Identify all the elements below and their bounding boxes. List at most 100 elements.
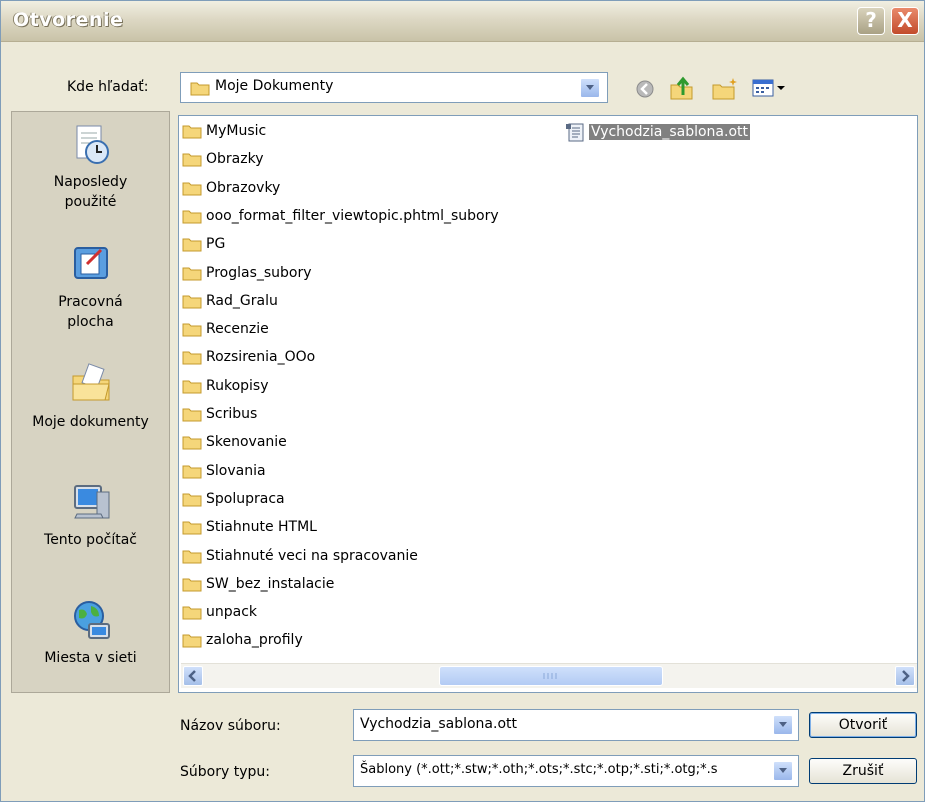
title-bar[interactable]: Otvorenie ? X bbox=[1, 1, 924, 42]
folder-item[interactable]: Skenovanie bbox=[182, 434, 287, 456]
folder-item[interactable]: Obrazky bbox=[182, 151, 263, 173]
folder-icon bbox=[182, 578, 202, 592]
place-desktop[interactable]: Pracovná plocha bbox=[12, 242, 169, 332]
folder-icon bbox=[182, 550, 202, 563]
folder-name: ooo_format_filter_viewtopic.phtml_subory bbox=[206, 207, 499, 224]
new-folder-icon[interactable] bbox=[711, 77, 739, 101]
chevron-right-icon bbox=[902, 670, 910, 682]
file-list[interactable]: MyMusic Obrazky Obrazovky ooo_format_filter… bbox=[178, 115, 918, 693]
scroll-thumb[interactable] bbox=[439, 666, 663, 686]
folder-name: Skenovanie bbox=[206, 434, 287, 451]
place-computer-label: Tento počítač bbox=[44, 532, 137, 548]
lookin-combo[interactable]: Moje Dokumenty bbox=[180, 72, 608, 103]
folder-item[interactable]: PG bbox=[182, 236, 225, 258]
folder-icon bbox=[182, 125, 202, 139]
open-dialog: Otvorenie ? X Kde hľadať: Moje Dokumenty bbox=[0, 0, 925, 802]
folder-name: unpack bbox=[206, 604, 258, 621]
file-name: Vychodzia_sablona.ott bbox=[589, 124, 750, 140]
place-desktop-label: Pracovná plocha bbox=[58, 294, 123, 330]
folder-name: Spolupraca bbox=[206, 490, 285, 507]
dialog-title: Otvorenie bbox=[13, 9, 124, 31]
folder-item[interactable]: Stiahnuté veci na spracovanie bbox=[182, 548, 418, 570]
desktop-icon bbox=[73, 247, 108, 279]
folder-name: Stiahnute HTML bbox=[206, 519, 317, 536]
folder-item[interactable]: Rozsirenia_OOo bbox=[182, 349, 315, 371]
folder-item[interactable]: Recenzie bbox=[182, 321, 269, 343]
folder-icon bbox=[182, 153, 202, 167]
filetype-value: Šablony (*.ott;*.stw;*.oth;*.ots;*.stc;*… bbox=[360, 762, 718, 777]
scroll-right-button[interactable] bbox=[895, 666, 915, 686]
open-button[interactable]: Otvoriť bbox=[809, 712, 917, 738]
place-mydocs-label: Moje dokumenty bbox=[32, 414, 149, 430]
place-mydocs[interactable]: Moje dokumenty bbox=[12, 362, 169, 432]
place-network-label: Miesta v sieti bbox=[44, 650, 137, 666]
filename-dropdown-icon[interactable] bbox=[773, 715, 793, 735]
help-button[interactable]: ? bbox=[857, 7, 885, 35]
folder-item[interactable]: Rad_Gralu bbox=[182, 293, 278, 315]
filename-value: Vychodzia_sablona.ott bbox=[360, 716, 517, 732]
folder-item[interactable]: Obrazovky bbox=[182, 180, 280, 202]
folder-name: MyMusic bbox=[206, 123, 267, 139]
place-network[interactable]: Miesta v sieti bbox=[12, 598, 169, 668]
folder-icon bbox=[182, 606, 202, 620]
chevron-down-icon[interactable] bbox=[580, 78, 600, 98]
lookin-value: Moje Dokumenty bbox=[215, 78, 334, 94]
chevron-left-icon bbox=[188, 670, 196, 682]
folder-item[interactable]: Slovania bbox=[182, 463, 266, 485]
close-button[interactable]: X bbox=[891, 7, 919, 35]
folder-icon bbox=[190, 82, 210, 96]
folder-item[interactable]: Proglas_subory bbox=[182, 265, 312, 287]
folder-icon bbox=[182, 436, 202, 450]
folder-name: Recenzie bbox=[206, 321, 269, 338]
folder-icon bbox=[182, 267, 202, 280]
folder-item[interactable]: ooo_format_filter_viewtopic.phtml_subory bbox=[182, 208, 499, 230]
filetype-select[interactable]: Šablony (*.ott;*.stw;*.oth;*.ots;*.stc;*… bbox=[353, 755, 799, 787]
places-bar: Naposledy použité Pracovná plocha Moje d… bbox=[11, 111, 170, 693]
my-computer-icon bbox=[73, 485, 109, 519]
folder-icon bbox=[182, 182, 202, 196]
filename-input[interactable]: Vychodzia_sablona.ott bbox=[353, 709, 799, 741]
folder-item[interactable]: Spolupraca bbox=[182, 491, 285, 513]
folder-icon bbox=[182, 380, 202, 394]
view-menu-icon[interactable] bbox=[752, 78, 792, 98]
network-icon bbox=[73, 601, 110, 639]
folder-item[interactable]: zaloha_profily bbox=[182, 632, 303, 654]
filename-label: Názov súboru: bbox=[180, 718, 281, 734]
folder-icon bbox=[182, 323, 202, 337]
place-computer[interactable]: Tento počítač bbox=[12, 480, 169, 550]
folder-name: Rad_Gralu bbox=[206, 292, 278, 309]
folder-name: Obrazky bbox=[206, 151, 264, 168]
folder-item[interactable]: unpack bbox=[182, 604, 257, 626]
back-icon[interactable] bbox=[635, 79, 655, 99]
folder-icon bbox=[182, 465, 202, 479]
folder-item[interactable]: MyMusic bbox=[182, 123, 266, 145]
folder-name: Rozsirenia_OOo bbox=[206, 349, 316, 366]
folder-name: zaloha_profily bbox=[206, 632, 303, 649]
horizontal-scrollbar[interactable] bbox=[181, 663, 917, 688]
folder-icon bbox=[182, 351, 202, 365]
folder-name: Slovania bbox=[206, 462, 266, 479]
folder-name: Scribus bbox=[206, 406, 258, 422]
folder-icon bbox=[182, 493, 202, 507]
folder-icon bbox=[182, 238, 202, 252]
my-documents-icon bbox=[72, 363, 110, 401]
up-folder-icon[interactable] bbox=[669, 75, 695, 101]
scroll-left-button[interactable] bbox=[183, 666, 203, 686]
cancel-button[interactable]: Zrušiť bbox=[809, 758, 917, 784]
filetype-dropdown-icon[interactable] bbox=[773, 761, 793, 781]
folder-item[interactable]: Rukopisy bbox=[182, 378, 269, 400]
folder-icon bbox=[182, 210, 202, 224]
lookin-label: Kde hľadať: bbox=[67, 79, 149, 95]
place-recent[interactable]: Naposledy použité bbox=[12, 122, 169, 212]
folder-name: Rukopisy bbox=[206, 377, 269, 394]
folder-name: Stiahnuté veci na spracovanie bbox=[206, 547, 418, 564]
folder-name: Proglas_subory bbox=[206, 264, 312, 281]
folder-item[interactable]: SW_bez_instalacie bbox=[182, 576, 334, 598]
folder-name: PG bbox=[206, 236, 226, 253]
file-item[interactable]: Vychodzia_sablona.ott bbox=[565, 122, 750, 144]
folder-name: Obrazovky bbox=[206, 179, 281, 196]
folder-item[interactable]: Stiahnute HTML bbox=[182, 519, 317, 541]
recent-icon bbox=[76, 125, 109, 164]
folder-item[interactable]: Scribus bbox=[182, 406, 257, 428]
template-file-icon bbox=[566, 123, 584, 142]
